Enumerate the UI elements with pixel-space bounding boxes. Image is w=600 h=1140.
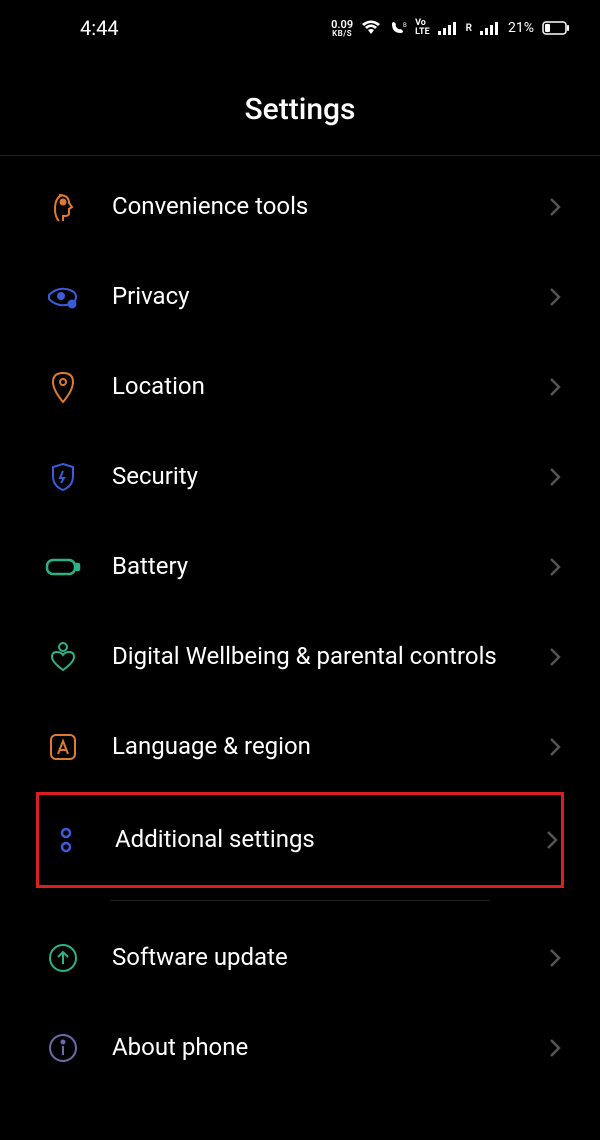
roaming-indicator: R [466, 23, 472, 34]
chevron-right-icon [548, 556, 562, 578]
settings-item-software-update[interactable]: Software update [0, 913, 600, 1003]
status-bar: 4:44 0.09 KB/S B VoLTE R 21% [0, 0, 600, 52]
wifi-icon [361, 20, 381, 36]
settings-item-security[interactable]: Security [0, 432, 600, 522]
item-label: Software update [112, 942, 548, 973]
signal-2-icon [480, 21, 500, 35]
settings-item-about-phone[interactable]: About phone [0, 1003, 600, 1093]
settings-item-digital-wellbeing[interactable]: Digital Wellbeing & parental controls [0, 612, 600, 702]
chevron-right-icon [548, 196, 562, 218]
settings-item-privacy[interactable]: Privacy [0, 252, 600, 342]
divider [110, 900, 490, 901]
chevron-right-icon [548, 736, 562, 758]
battery-percent: 21% [508, 20, 534, 36]
chevron-right-icon [548, 286, 562, 308]
item-label: Convenience tools [112, 191, 548, 222]
location-icon [42, 366, 84, 408]
item-label: Additional settings [115, 824, 545, 855]
battery-icon [42, 546, 84, 588]
page-header: Settings [0, 52, 600, 156]
svg-text:B: B [403, 22, 407, 29]
item-label: Battery [112, 551, 548, 582]
item-label: Digital Wellbeing & parental controls [112, 641, 548, 672]
status-indicators: 0.09 KB/S B VoLTE R 21% [331, 19, 570, 38]
item-label: Location [112, 371, 548, 402]
settings-item-language-region[interactable]: Language & region [0, 702, 600, 792]
update-icon [42, 937, 84, 979]
item-label: Privacy [112, 281, 548, 312]
additional-icon [45, 819, 87, 861]
settings-item-convenience-tools[interactable]: Convenience tools [0, 162, 600, 252]
settings-item-location[interactable]: Location [0, 342, 600, 432]
battery-icon [542, 21, 570, 35]
item-label: Security [112, 461, 548, 492]
chevron-right-icon [548, 466, 562, 488]
info-icon [42, 1027, 84, 1069]
item-label: About phone [112, 1032, 548, 1063]
settings-list: Convenience tools Privacy Location Secur… [0, 156, 600, 1099]
item-label: Language & region [112, 731, 548, 762]
chevron-right-icon [545, 829, 559, 851]
wifi-call-icon: B [389, 21, 407, 35]
signal-1-icon [438, 21, 458, 35]
network-speed: 0.09 KB/S [331, 19, 353, 38]
head-icon [42, 186, 84, 228]
wellbeing-icon [42, 636, 84, 678]
language-icon [42, 726, 84, 768]
chevron-right-icon [548, 1037, 562, 1059]
shield-icon [42, 456, 84, 498]
status-time: 4:44 [80, 16, 119, 40]
volte-icon: VoLTE [415, 19, 430, 37]
chevron-right-icon [548, 646, 562, 668]
chevron-right-icon [548, 376, 562, 398]
settings-item-battery[interactable]: Battery [0, 522, 600, 612]
privacy-icon [42, 276, 84, 318]
chevron-right-icon [548, 947, 562, 969]
settings-item-additional-settings[interactable]: Additional settings [36, 792, 564, 888]
page-title: Settings [0, 92, 600, 127]
